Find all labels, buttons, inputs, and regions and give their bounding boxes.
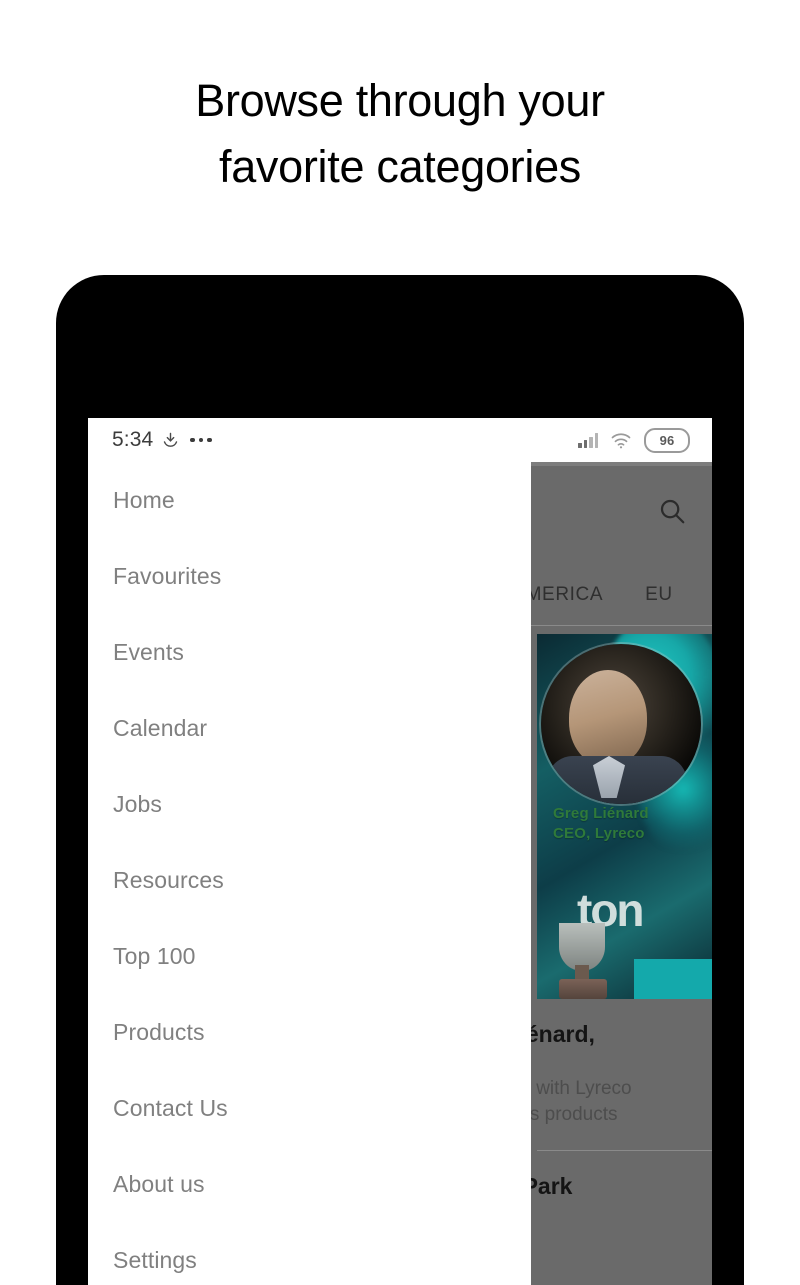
article-card-title[interactable]: g Liénard, — [531, 1021, 712, 1048]
download-icon — [164, 432, 178, 447]
portrait-avatar — [541, 644, 701, 804]
drawer-item-events[interactable]: Events — [88, 614, 531, 690]
drawer-item-label: Events — [113, 638, 184, 665]
background-app-scrim[interactable]: TH AMERICA EU Greg Liénard CEO, Lyreco — [531, 462, 712, 1285]
drawer-item-products[interactable]: Products — [88, 994, 531, 1070]
tab-north-america[interactable]: TH AMERICA — [531, 584, 603, 606]
drawer-item-label: Top 100 — [113, 942, 196, 969]
phone-mockup-frame: TH AMERICA EU Greg Liénard CEO, Lyreco — [56, 275, 744, 1285]
more-horizontal-icon — [190, 437, 212, 443]
battery-icon: 96 — [644, 427, 690, 453]
trophy-cup — [559, 923, 605, 971]
search-icon[interactable] — [657, 496, 687, 526]
portrait-head-shape — [569, 670, 647, 766]
page-title-line-2: favorite categories — [219, 141, 581, 192]
next-article-card-title[interactable]: ie Park — [531, 1173, 712, 1200]
drawer-item-label: About us — [113, 1170, 205, 1197]
drawer-item-about-us[interactable]: About us — [88, 1146, 531, 1222]
status-bar-clock: 5:34 — [112, 428, 154, 451]
drawer-item-contact-us[interactable]: Contact Us — [88, 1070, 531, 1146]
drawer-item-home[interactable]: Home — [88, 462, 531, 538]
cellular-signal-icon — [578, 432, 598, 448]
drawer-item-favourites[interactable]: Favourites — [88, 538, 531, 614]
drawer-item-label: Settings — [113, 1246, 197, 1273]
image-overlay-caption: Greg Liénard CEO, Lyreco — [553, 804, 649, 844]
article-card-body-line-2: iness products — [531, 1104, 618, 1125]
article-card-image: Greg Liénard CEO, Lyreco ton — [537, 634, 712, 999]
image-overlay-person-role: CEO, Lyreco — [553, 825, 645, 842]
drawer-item-jobs[interactable]: Jobs — [88, 766, 531, 842]
wifi-icon — [611, 432, 631, 448]
drawer-item-top-100[interactable]: Top 100 — [88, 918, 531, 994]
page-title-line-1: Browse through your — [195, 75, 605, 126]
trophy-base — [559, 979, 607, 999]
tab-europe[interactable]: EU — [645, 584, 673, 606]
article-card[interactable]: Greg Liénard CEO, Lyreco ton g Liénard, … — [531, 634, 712, 1200]
page-title: Browse through your favorite categories — [0, 68, 800, 200]
drawer-item-label: Calendar — [113, 714, 208, 741]
article-card-body-line-1: s up with Lyreco — [531, 1078, 632, 1099]
drawer-item-label: Resources — [113, 866, 224, 893]
status-bar: 5:34 96 — [88, 418, 712, 462]
status-bar-right: 96 — [578, 418, 690, 462]
battery-level-label: 96 — [659, 432, 675, 448]
drawer-item-label: Contact Us — [113, 1094, 228, 1121]
navigation-drawer: Home Favourites Events Calendar Jobs Res… — [88, 462, 531, 1285]
drawer-item-label: Jobs — [113, 790, 162, 817]
drawer-item-resources[interactable]: Resources — [88, 842, 531, 918]
background-app-tab-row[interactable]: TH AMERICA EU — [531, 570, 712, 620]
background-app-toolbar — [531, 466, 712, 550]
tab-divider — [531, 625, 712, 626]
drawer-item-settings[interactable]: Settings — [88, 1222, 531, 1285]
phone-screen: TH AMERICA EU Greg Liénard CEO, Lyreco — [88, 418, 712, 1285]
drawer-item-label: Home — [113, 486, 175, 513]
image-overlay-person-name: Greg Liénard — [553, 805, 649, 822]
drawer-item-label: Products — [113, 1018, 205, 1045]
status-bar-left: 5:34 — [112, 418, 212, 462]
trophy-graphic — [537, 889, 647, 999]
article-card-divider — [537, 1150, 712, 1151]
article-card-body: s up with Lyreco iness products — [531, 1076, 712, 1128]
drawer-item-label: Favourites — [113, 562, 222, 589]
navigation-drawer-list: Home Favourites Events Calendar Jobs Res… — [88, 462, 531, 1285]
drawer-item-calendar[interactable]: Calendar — [88, 690, 531, 766]
